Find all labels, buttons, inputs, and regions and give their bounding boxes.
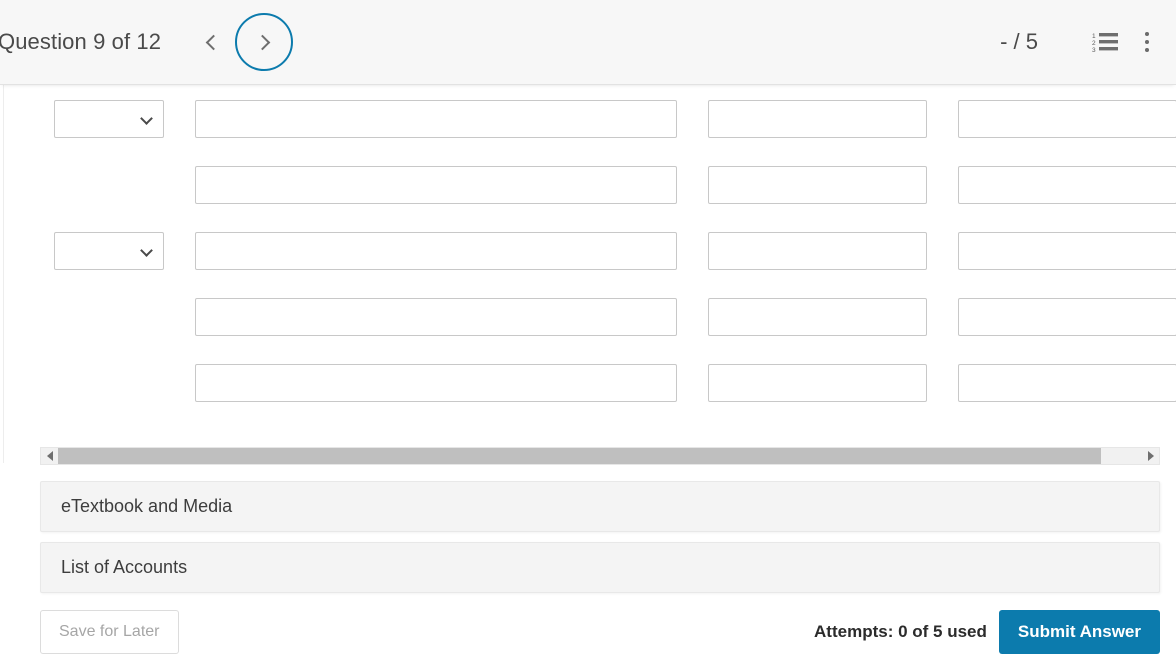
kebab-menu-icon — [1145, 32, 1149, 52]
svg-text:2: 2 — [1092, 40, 1096, 47]
next-question-button[interactable] — [235, 13, 294, 71]
credit-input-2[interactable] — [958, 166, 1176, 204]
previous-question-button[interactable] — [195, 22, 229, 62]
page-title: Question 9 of 12 — [0, 29, 162, 54]
svg-text:3: 3 — [1092, 47, 1096, 53]
credit-input-1[interactable] — [958, 100, 1176, 138]
scrollbar-thumb[interactable] — [58, 448, 1101, 464]
resource-panels: eTextbook and Media List of Accounts — [40, 481, 1160, 603]
header-right-group: - / 5 1 2 3 — [1000, 21, 1176, 63]
list-of-accounts-panel[interactable]: List of Accounts — [40, 542, 1160, 593]
grid-column-selects — [54, 100, 164, 402]
account-select-2[interactable] — [54, 232, 164, 270]
grid-cell-empty — [54, 364, 164, 402]
scroll-right-button[interactable] — [1142, 448, 1159, 464]
triangle-right-icon — [1147, 451, 1154, 461]
account-title-input-1[interactable] — [195, 100, 677, 138]
attempts-status: Attempts: 0 of 5 used — [814, 622, 987, 641]
question-header: Question 9 of 12 - / 5 1 2 3 — [0, 0, 1176, 85]
more-options-button[interactable] — [1126, 21, 1168, 63]
debit-input-4[interactable] — [708, 298, 927, 336]
account-title-input-4[interactable] — [195, 298, 677, 336]
account-title-input-3[interactable] — [195, 232, 677, 270]
debit-input-1[interactable] — [708, 100, 927, 138]
svg-text:1: 1 — [1092, 33, 1096, 40]
account-title-input-5[interactable] — [195, 364, 677, 402]
grid-cell — [54, 232, 164, 270]
panel-label: eTextbook and Media — [61, 496, 233, 516]
grid-cell — [54, 100, 164, 138]
credit-input-5[interactable] — [958, 364, 1176, 402]
grid-column-debit — [708, 100, 927, 402]
answer-grid-viewport — [0, 85, 1176, 442]
question-navigation — [195, 13, 294, 71]
question-list-button[interactable]: 1 2 3 — [1084, 21, 1126, 63]
scrollbar-track[interactable] — [58, 448, 1142, 464]
chevron-right-icon — [254, 34, 271, 50]
header-left-group: Question 9 of 12 — [0, 13, 1000, 71]
action-bar-right: Attempts: 0 of 5 used Submit Answer — [814, 610, 1160, 654]
numbered-list-icon: 1 2 3 — [1092, 33, 1118, 53]
debit-input-5[interactable] — [708, 364, 927, 402]
account-title-input-2[interactable] — [195, 166, 677, 204]
grid-column-account-titles — [195, 100, 677, 402]
score-display: - / 5 — [1000, 29, 1038, 54]
save-for-later-button[interactable]: Save for Later — [40, 610, 179, 654]
chevron-left-icon — [205, 34, 222, 50]
scroll-left-button[interactable] — [41, 448, 58, 464]
credit-input-3[interactable] — [958, 232, 1176, 270]
answer-grid — [54, 100, 1176, 402]
etextbook-and-media-panel[interactable]: eTextbook and Media — [40, 481, 1160, 532]
submit-answer-button[interactable]: Submit Answer — [998, 610, 1160, 654]
account-select-1[interactable] — [54, 100, 164, 138]
credit-input-4[interactable] — [958, 298, 1176, 336]
grid-cell-empty — [54, 298, 164, 336]
action-bar: Save for Later Attempts: 0 of 5 used Sub… — [0, 603, 1176, 661]
question-page: Question 9 of 12 - / 5 1 2 3 eTextbook a… — [0, 0, 1176, 661]
debit-input-2[interactable] — [708, 166, 927, 204]
horizontal-scrollbar[interactable] — [40, 447, 1160, 465]
question-content: eTextbook and Media List of Accounts Sav… — [0, 85, 1176, 661]
triangle-left-icon — [46, 451, 53, 461]
grid-cell-empty — [54, 166, 164, 204]
grid-column-credit — [958, 100, 1176, 402]
panel-label: List of Accounts — [61, 557, 188, 577]
debit-input-3[interactable] — [708, 232, 927, 270]
